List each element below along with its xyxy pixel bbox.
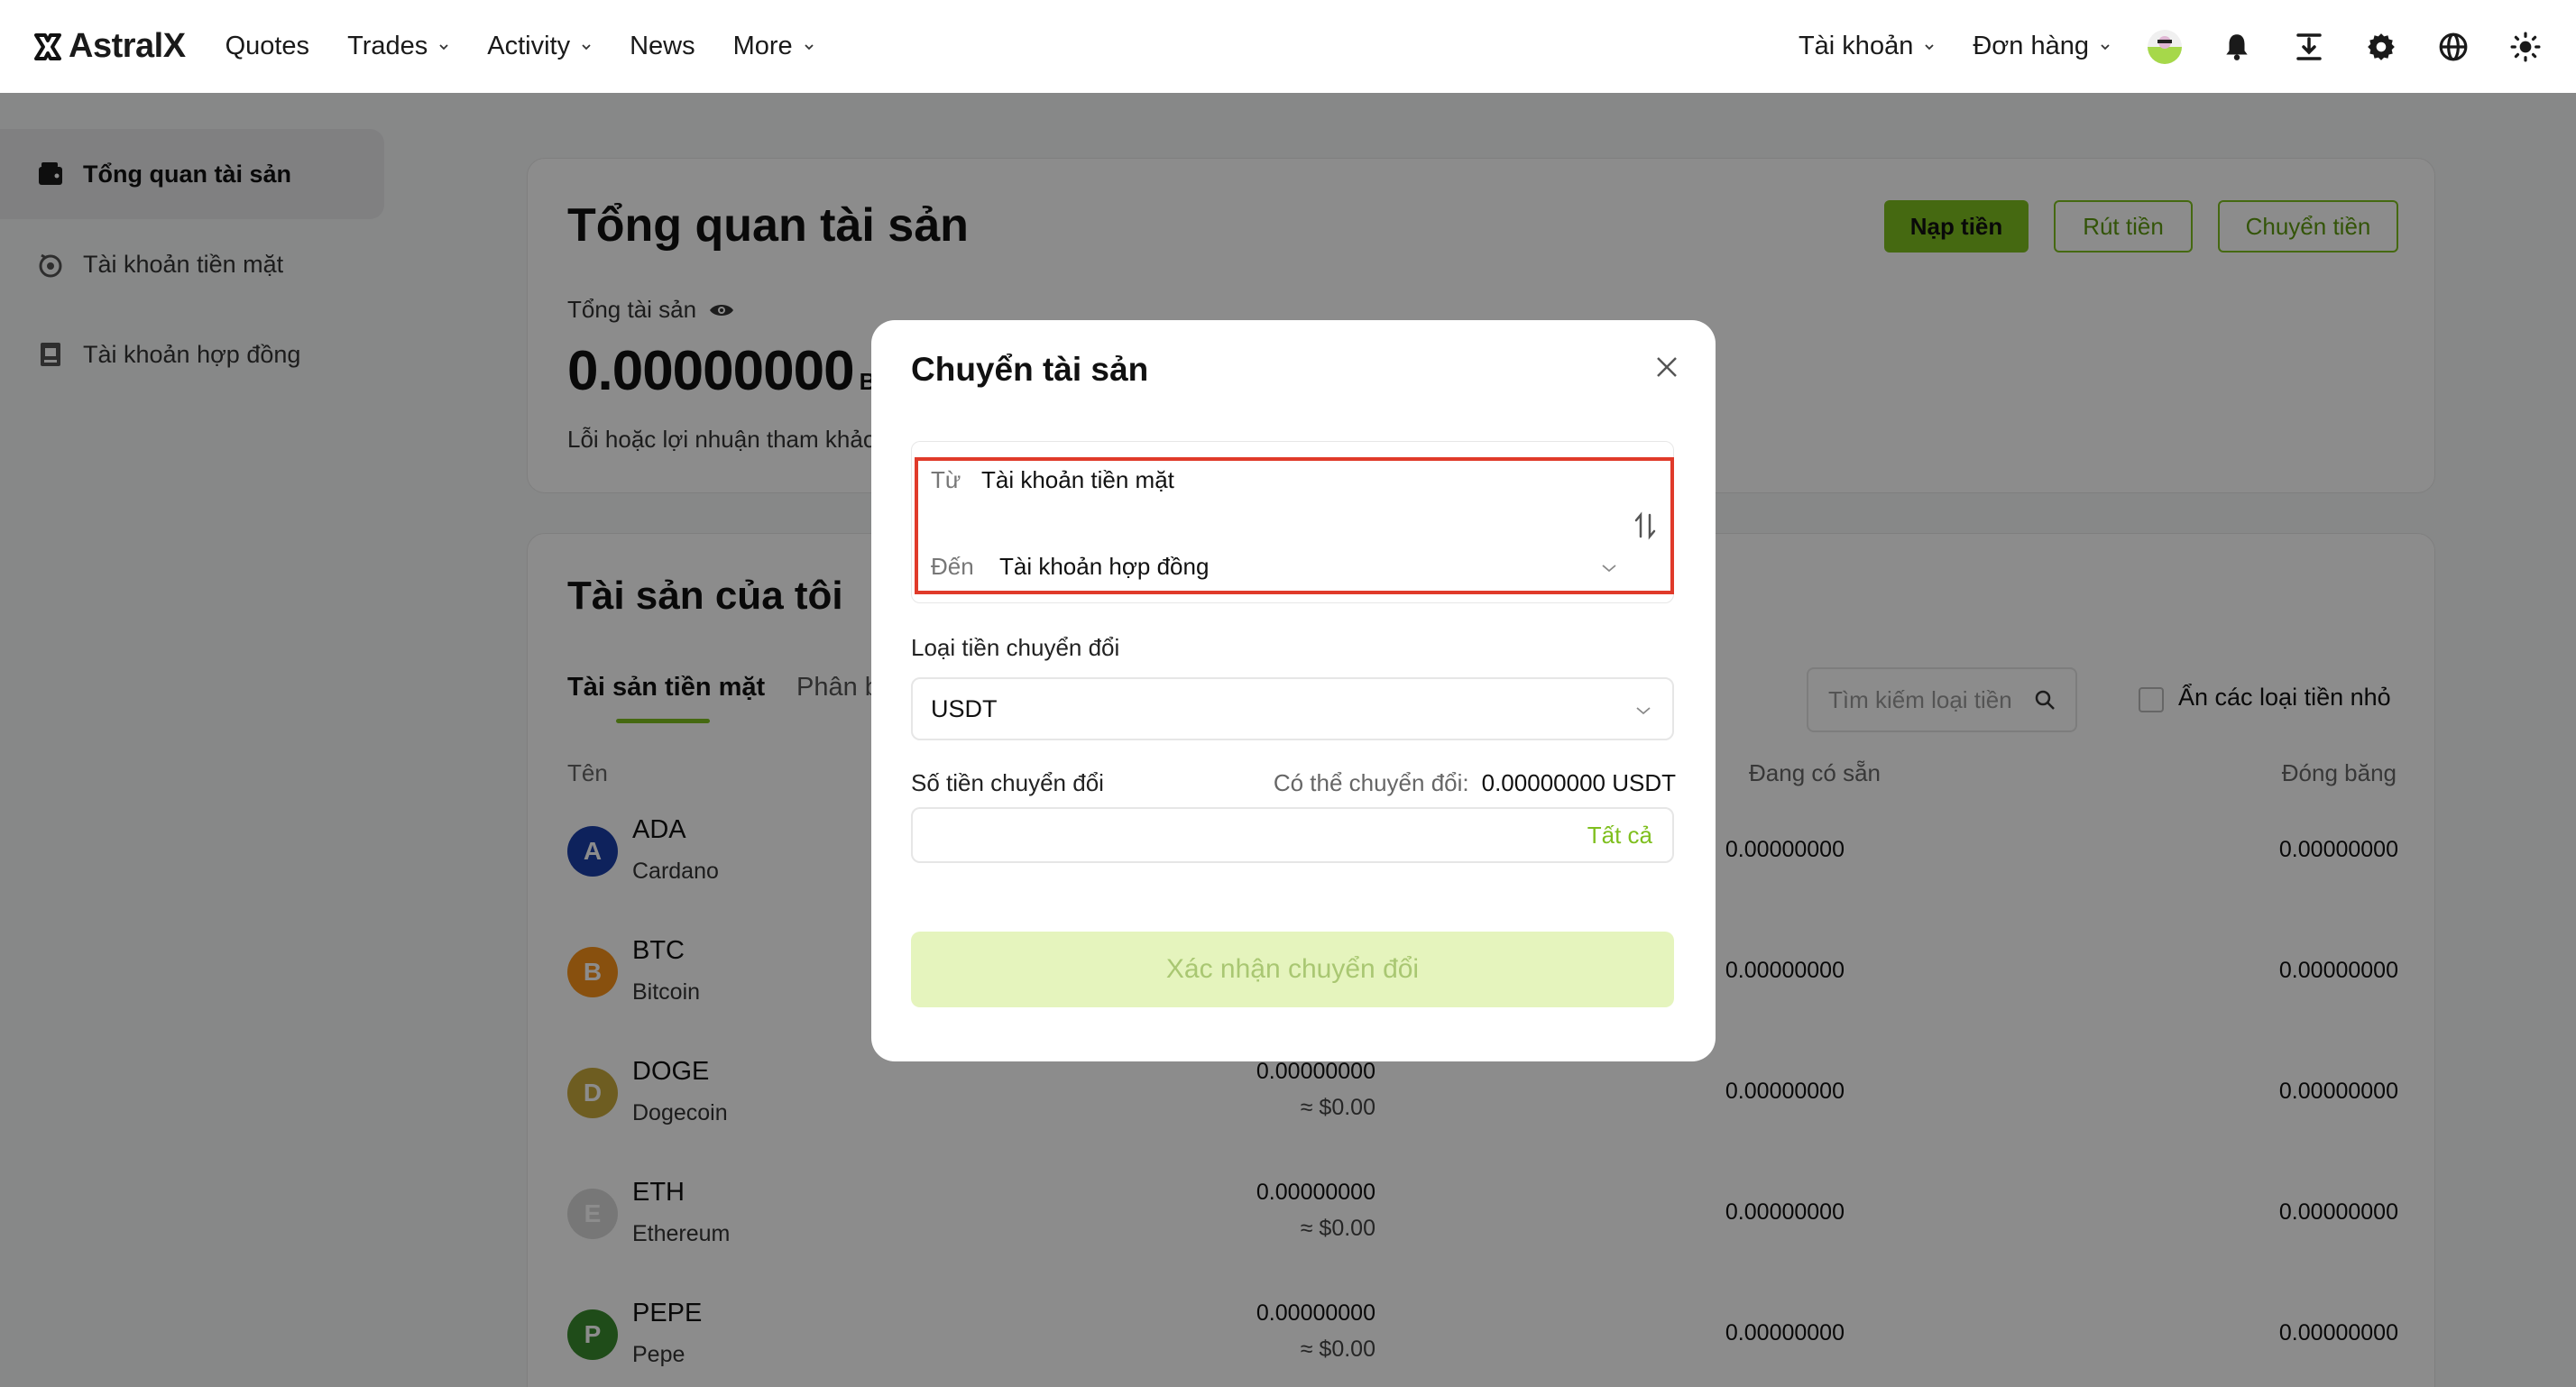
amount-input[interactable]: Tất cả xyxy=(911,807,1674,863)
nav-trades[interactable]: Trades xyxy=(347,32,449,61)
logo-icon xyxy=(34,32,61,60)
logo[interactable]: AstralX xyxy=(32,27,186,66)
chevron-down-icon[interactable] xyxy=(1600,562,1618,574)
account-menu[interactable]: Tài khoản xyxy=(1799,32,1935,61)
currency-select[interactable]: USDT xyxy=(911,677,1674,740)
gear-icon xyxy=(2368,32,2395,60)
header-right: Tài khoản Đơn hàng xyxy=(1799,29,2544,65)
available-balance: Có thể chuyển đổi: 0.00000000 USDT xyxy=(1274,769,1676,797)
close-icon[interactable] xyxy=(1651,351,1683,383)
language-button[interactable] xyxy=(2435,29,2471,65)
nav-quotes[interactable]: Quotes xyxy=(225,32,310,61)
account-label: Tài khoản xyxy=(1798,32,1914,60)
chevron-down-icon xyxy=(1636,707,1651,715)
chevron-down-icon xyxy=(1925,43,1934,50)
chevron-down-icon xyxy=(439,43,448,50)
available-label: Có thể chuyển đổi: xyxy=(1273,769,1469,796)
top-navbar: AstralX Quotes Trades Activity News More… xyxy=(0,0,2576,93)
transfer-all-link[interactable]: Tất cả xyxy=(1587,822,1652,850)
chevron-down-icon xyxy=(2101,43,2110,50)
theme-toggle[interactable] xyxy=(2507,29,2544,65)
nav-news[interactable]: News xyxy=(630,32,695,61)
to-account-select[interactable]: Tài khoản hợp đồng xyxy=(999,553,1209,581)
notification-button[interactable] xyxy=(2219,29,2255,65)
transfer-modal: Chuyển tài sản Từ Tài khoản tiền mặt Đến… xyxy=(871,320,1716,1061)
download-icon xyxy=(2296,32,2322,60)
bell-icon xyxy=(2226,33,2248,60)
nav-label: Quotes xyxy=(225,32,310,60)
settings-button[interactable] xyxy=(2363,29,2399,65)
logo-text: AstralX xyxy=(69,27,186,65)
chevron-down-icon xyxy=(582,43,591,50)
nav-label: More xyxy=(732,32,793,60)
from-account-value: Tài khoản tiền mặt xyxy=(981,466,1174,493)
nav-more[interactable]: More xyxy=(733,32,814,61)
avatar[interactable] xyxy=(2147,29,2183,65)
nav-activity[interactable]: Activity xyxy=(487,32,592,61)
currency-label: Loại tiền chuyển đổi xyxy=(911,634,1120,661)
avatar-icon xyxy=(2148,29,2182,64)
orders-label: Đơn hàng xyxy=(1973,32,2089,60)
orders-menu[interactable]: Đơn hàng xyxy=(1973,32,2111,61)
download-button[interactable] xyxy=(2291,29,2327,65)
to-label: Đến xyxy=(931,553,974,580)
nav-label: News xyxy=(630,32,695,60)
chevron-down-icon xyxy=(805,43,814,50)
main-nav: Quotes Trades Activity News More xyxy=(225,32,852,61)
theme-sun-icon xyxy=(2510,32,2541,61)
nav-label: Activity xyxy=(487,32,571,60)
available-value: 0.00000000 USDT xyxy=(1481,769,1676,796)
globe-icon xyxy=(2439,32,2468,60)
confirm-transfer-button[interactable]: Xác nhận chuyển đổi xyxy=(911,932,1674,1007)
currency-value: USDT xyxy=(931,694,998,722)
modal-title: Chuyển tài sản xyxy=(911,351,1149,388)
amount-label: Số tiền chuyển đổi xyxy=(911,769,1104,796)
swap-icon[interactable] xyxy=(1633,511,1658,540)
from-label: Từ xyxy=(931,466,961,493)
nav-label: Trades xyxy=(347,32,428,60)
